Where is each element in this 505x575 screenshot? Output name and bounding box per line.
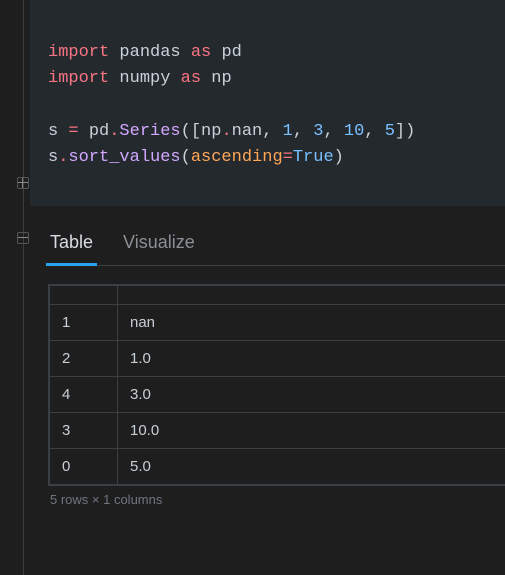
row-value: 5.0 xyxy=(118,448,505,484)
code-cell[interactable]: import pandas as pd import numpy as np s… xyxy=(30,0,505,206)
row-index: 0 xyxy=(50,448,118,484)
row-index: 1 xyxy=(50,304,118,340)
collapse-output-icon[interactable] xyxy=(17,232,29,244)
row-index: 3 xyxy=(50,412,118,448)
table-row: 310.0 xyxy=(50,412,505,448)
row-index: 4 xyxy=(50,376,118,412)
output-table: 1nan21.043.0310.005.0 xyxy=(48,284,505,486)
table-row: 05.0 xyxy=(50,448,505,484)
tab-visualize[interactable]: Visualize xyxy=(121,224,197,265)
output-area: Table Visualize 1nan21.043.0310.005.0 5 r… xyxy=(30,206,505,507)
cell-vline xyxy=(23,0,24,575)
row-value: nan xyxy=(118,304,505,340)
row-index: 2 xyxy=(50,340,118,376)
table-footer: 5 rows × 1 columns xyxy=(48,492,505,507)
row-value: 3.0 xyxy=(118,376,505,412)
table-header-value xyxy=(118,285,505,304)
row-value: 1.0 xyxy=(118,340,505,376)
collapse-icon[interactable] xyxy=(17,177,29,189)
table-row: 21.0 xyxy=(50,340,505,376)
table-row: 1nan xyxy=(50,304,505,340)
table-row: 43.0 xyxy=(50,376,505,412)
tab-table[interactable]: Table xyxy=(48,224,95,265)
cell-gutter xyxy=(0,0,30,575)
table-header-index xyxy=(50,285,118,304)
row-value: 10.0 xyxy=(118,412,505,448)
output-tabs: Table Visualize xyxy=(48,224,505,266)
